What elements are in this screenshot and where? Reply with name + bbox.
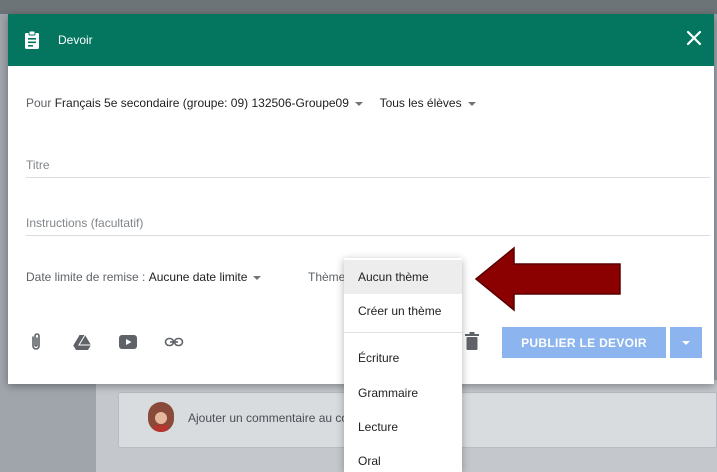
menu-item-ecriture[interactable]: Écriture bbox=[344, 341, 462, 375]
annotation-arrow-icon bbox=[474, 246, 621, 312]
trash-icon[interactable] bbox=[465, 332, 479, 350]
menu-item-creer-theme[interactable]: Créer un thème bbox=[344, 294, 462, 328]
dialog-header: Devoir bbox=[8, 14, 714, 66]
due-label: Date limite de remise : bbox=[26, 270, 146, 284]
avatar bbox=[148, 402, 174, 432]
due-value: Aucune date limite bbox=[148, 270, 248, 284]
due-date-dropdown[interactable]: Aucune date limite bbox=[149, 270, 262, 284]
menu-item-aucun-theme[interactable]: Aucun thème bbox=[344, 260, 462, 294]
chevron-down-icon bbox=[354, 101, 363, 106]
link-icon[interactable] bbox=[164, 332, 184, 352]
comment-placeholder[interactable]: Ajouter un commentaire au co bbox=[188, 411, 348, 425]
students-dropdown[interactable]: Tous les élèves bbox=[380, 96, 476, 110]
theme-label: Thème bbox=[308, 270, 346, 284]
chevron-down-icon bbox=[253, 275, 262, 280]
theme-menu: Aucun thème Créer un thème Écriture Gram… bbox=[344, 258, 462, 472]
recipients-row: Pour Français 5e secondaire (groupe: 09)… bbox=[26, 96, 476, 110]
drive-icon[interactable] bbox=[72, 332, 92, 352]
menu-item-oral[interactable]: Oral bbox=[344, 444, 462, 472]
menu-item-grammaire[interactable]: Grammaire bbox=[344, 376, 462, 410]
paperclip-icon[interactable] bbox=[26, 332, 46, 352]
dialog-title: Devoir bbox=[58, 33, 93, 47]
students-value: Tous les élèves bbox=[379, 96, 462, 110]
pour-label: Pour bbox=[26, 96, 52, 110]
class-value: Français 5e secondaire (groupe: 09) 1325… bbox=[54, 96, 349, 110]
class-dropdown[interactable]: Français 5e secondaire (groupe: 09) 1325… bbox=[55, 96, 363, 110]
menu-divider bbox=[344, 332, 462, 333]
chevron-down-icon bbox=[467, 101, 476, 106]
title-input[interactable]: Titre bbox=[26, 154, 710, 178]
menu-item-lecture[interactable]: Lecture bbox=[344, 410, 462, 444]
instructions-placeholder: Instructions (facultatif) bbox=[26, 216, 144, 230]
instructions-input[interactable]: Instructions (facultatif) bbox=[26, 212, 710, 236]
publish-button[interactable]: PUBLIER LE DEVOIR bbox=[502, 327, 666, 358]
page-top-strip bbox=[0, 0, 717, 14]
chevron-down-icon bbox=[682, 341, 690, 346]
publish-options-button[interactable] bbox=[670, 327, 702, 358]
assignment-icon bbox=[25, 30, 39, 49]
close-icon[interactable] bbox=[682, 26, 706, 50]
youtube-icon[interactable] bbox=[118, 332, 138, 352]
title-placeholder: Titre bbox=[26, 158, 50, 172]
due-date-row: Date limite de remise : Aucune date limi… bbox=[26, 270, 262, 284]
